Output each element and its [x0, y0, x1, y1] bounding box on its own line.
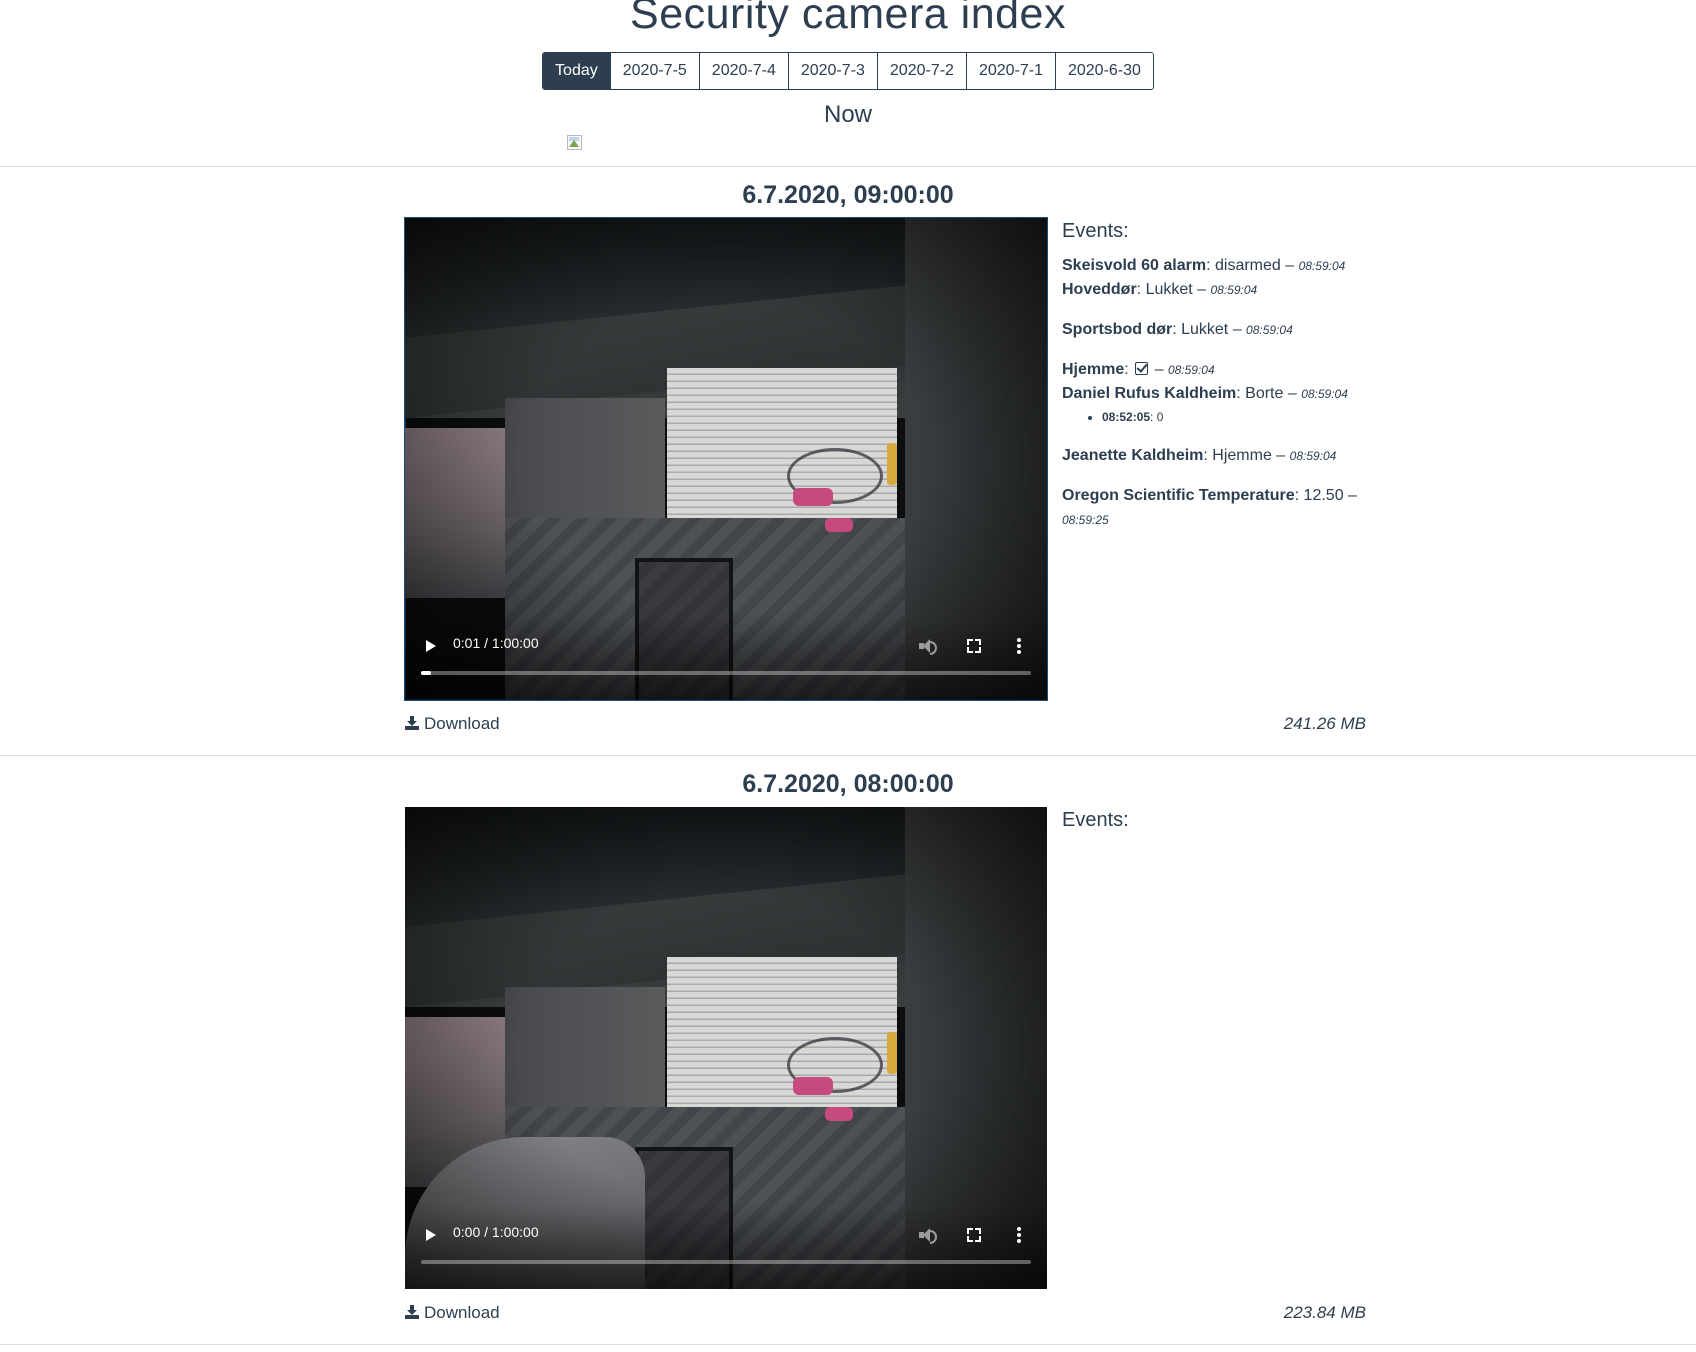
- fullscreen-icon[interactable]: [967, 1228, 981, 1242]
- broken-image-icon: [566, 134, 582, 150]
- seek-progress: [421, 671, 432, 675]
- tab-2020-6-30[interactable]: 2020-6-30: [1054, 53, 1153, 89]
- event-name: Hoveddør: [1062, 281, 1137, 298]
- tab-2020-7-3[interactable]: 2020-7-3: [787, 53, 877, 89]
- event-sublist: 08:52:05: 0: [1062, 406, 1382, 428]
- section-divider: [0, 755, 1696, 756]
- event-value: Lukket: [1145, 281, 1193, 298]
- volume-icon[interactable]: [919, 638, 937, 655]
- time-display: 0:01 / 1:00:00: [453, 635, 539, 651]
- seek-bar[interactable]: [421, 1260, 1031, 1264]
- tab-2020-7-2[interactable]: 2020-7-2: [876, 53, 966, 89]
- tab-today[interactable]: Today: [543, 53, 610, 89]
- event-time: 08:59:04: [1246, 323, 1293, 337]
- events-heading: Events:: [1062, 809, 1129, 831]
- events-heading: Events:: [1062, 220, 1129, 242]
- download-label: Download: [424, 1303, 500, 1322]
- seek-bar[interactable]: [421, 671, 1031, 675]
- event-item: Sportsbod dør: Lukket – 08:59:04: [1062, 321, 1293, 338]
- date-tab-group: Today 2020-7-5 2020-7-4 2020-7-3 2020-7-…: [542, 52, 1154, 90]
- event-name: Daniel Rufus Kaldheim: [1062, 385, 1237, 402]
- download-label: Download: [424, 714, 500, 733]
- event-item: Daniel Rufus Kaldheim: Borte – 08:59:04: [1062, 385, 1348, 402]
- download-link[interactable]: Download: [405, 714, 500, 734]
- image-mountain: [569, 140, 579, 147]
- checkbox-checked-icon: [1135, 362, 1149, 375]
- tab-2020-7-4[interactable]: 2020-7-4: [698, 53, 788, 89]
- event-time: 08:59:25: [1062, 513, 1109, 527]
- video-player[interactable]: 0:01 / 1:00:00: [404, 217, 1048, 701]
- volume-icon[interactable]: [919, 1227, 937, 1244]
- event-time: 08:59:04: [1289, 449, 1337, 463]
- tab-2020-7-1[interactable]: 2020-7-1: [965, 53, 1055, 89]
- download-icon: [405, 1305, 419, 1319]
- section-divider: [0, 1344, 1696, 1345]
- page-title: Security camera index: [630, 0, 1066, 38]
- fullscreen-icon[interactable]: [967, 639, 981, 653]
- event-time: 08:59:04: [1210, 283, 1258, 297]
- event-name: Sportsbod dør: [1062, 321, 1173, 338]
- more-options-icon[interactable]: [1017, 638, 1021, 654]
- video-player[interactable]: 0:00 / 1:00:00: [405, 807, 1047, 1289]
- date-tabs: Today 2020-7-5 2020-7-4 2020-7-3 2020-7-…: [0, 52, 1696, 90]
- event-value: disarmed: [1214, 257, 1281, 274]
- file-size: 241.26 MB: [1283, 714, 1366, 733]
- clip-title: 6.7.2020, 09:00:00: [742, 181, 954, 209]
- time-display: 0:00 / 1:00:00: [453, 1224, 539, 1240]
- event-subitem-value: 0: [1156, 410, 1164, 424]
- event-time: 08:59:04: [1298, 259, 1346, 273]
- download-link[interactable]: Download: [405, 1303, 500, 1323]
- event-time: 08:59:04: [1301, 387, 1348, 401]
- download-icon: [405, 716, 419, 730]
- clip-title: 6.7.2020, 08:00:00: [742, 770, 954, 798]
- events-panel: Events: Skeisvold 60 alarm: disarmed – 0…: [1062, 218, 1382, 532]
- now-heading: Now: [823, 101, 872, 128]
- clip-section: 6.7.2020, 08:00:00: [0, 769, 1696, 799]
- event-value: Hjemme: [1212, 447, 1272, 464]
- play-icon[interactable]: [426, 1229, 436, 1241]
- event-name: Oregon Scientific Temperature: [1062, 487, 1295, 504]
- event-name: Skeisvold 60 alarm: [1062, 257, 1207, 274]
- event-item: Jeanette Kaldheim: Hjemme – 08:59:04: [1062, 447, 1337, 464]
- event-time: 08:59:04: [1167, 363, 1215, 377]
- event-item: Hjemme: – 08:59:04: [1062, 361, 1215, 378]
- event-value: Lukket: [1181, 321, 1229, 338]
- event-subitem-time: 08:52:05: [1102, 410, 1151, 424]
- event-item: Oregon Scientific Temperature: 12.50 – 0…: [1062, 487, 1357, 527]
- event-value: 12.50: [1303, 487, 1344, 504]
- event-item: Hoveddør: Lukket – 08:59:04: [1062, 281, 1258, 298]
- play-icon[interactable]: [426, 640, 436, 652]
- file-size: 223.84 MB: [1283, 1303, 1366, 1322]
- event-name: Jeanette Kaldheim: [1062, 447, 1204, 464]
- more-options-icon[interactable]: [1017, 1227, 1021, 1243]
- event-item: Skeisvold 60 alarm: disarmed – 08:59:04: [1062, 257, 1346, 274]
- video-controls: 0:01 / 1:00:00: [405, 618, 1047, 700]
- section-divider: [0, 166, 1696, 167]
- event-name: Hjemme: [1062, 361, 1125, 378]
- video-controls: 0:00 / 1:00:00: [405, 1207, 1047, 1289]
- events-panel: Events:: [1062, 807, 1382, 843]
- tab-2020-7-5[interactable]: 2020-7-5: [609, 53, 699, 89]
- clip-section: 6.7.2020, 09:00:00: [0, 180, 1696, 210]
- event-value: Borte: [1245, 385, 1284, 402]
- event-subitem: 08:52:05: 0: [1102, 406, 1382, 428]
